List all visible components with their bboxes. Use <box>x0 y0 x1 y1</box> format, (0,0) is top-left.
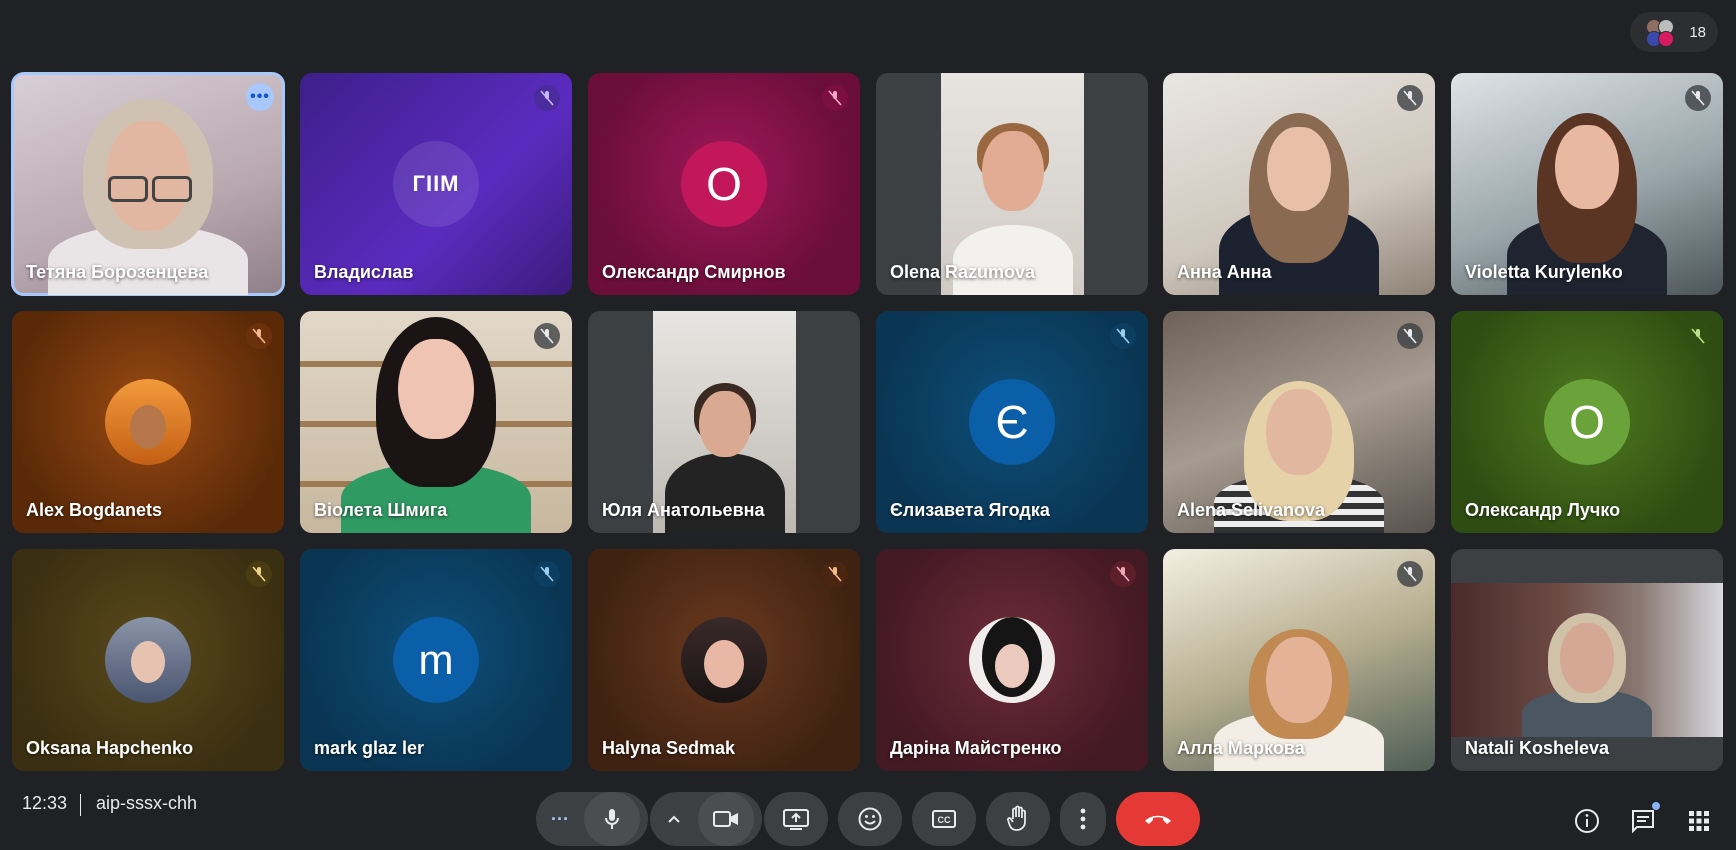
participant-name: Alena Selivanova <box>1177 500 1326 520</box>
chat-icon <box>1632 810 1654 834</box>
mic-off-icon <box>1397 85 1423 111</box>
participant-name: Natali Kosheleva <box>1465 738 1610 758</box>
meeting-details-button[interactable] <box>1572 806 1602 836</box>
participant-name: Олександр Лучко <box>1465 500 1621 520</box>
camera-icon <box>713 811 738 827</box>
meeting-time: 12:33 <box>22 793 68 813</box>
participant-tile[interactable]: Анна Анна <box>1163 73 1435 295</box>
participant-name: Oksana Hapchenko <box>26 738 194 758</box>
participant-tile[interactable]: Oksana Hapchenko <box>12 549 284 771</box>
meeting-code: aip-sssx-chh <box>96 793 198 813</box>
participant-name: Алла Маркова <box>1177 738 1305 758</box>
participant-tile[interactable]: Halyna Sedmak <box>588 549 860 771</box>
divider <box>80 794 81 816</box>
raise-hand-button[interactable] <box>986 792 1050 846</box>
mic-off-icon <box>246 561 272 587</box>
participant-name: Олександр Смирнов <box>602 262 786 282</box>
participant-name: Анна Анна <box>1177 262 1272 282</box>
mic-off-icon <box>1397 561 1423 587</box>
svg-text:CC: CC <box>938 815 951 825</box>
participant-tile[interactable]: Olena Razumova <box>876 73 1148 295</box>
avatar: ГІІМ <box>393 141 479 227</box>
microphone-button[interactable] <box>584 792 640 846</box>
mic-off-icon <box>1685 85 1711 111</box>
hand-icon <box>1007 805 1026 831</box>
audio-control-group: ··· <box>536 792 648 846</box>
captions-icon: CC <box>932 810 956 828</box>
mic-off-icon <box>534 323 560 349</box>
participants-count: 18 <box>1689 23 1706 41</box>
avatar: О <box>681 141 767 227</box>
participant-tile[interactable]: Є Єлизавета Ягодка <box>876 311 1148 533</box>
participant-tile[interactable]: Violetta Kurylenko <box>1451 73 1723 295</box>
more-options-button[interactable] <box>1060 792 1106 846</box>
avatar <box>969 617 1055 703</box>
participant-tile[interactable]: Alex Bogdanets <box>12 311 284 533</box>
mic-off-icon <box>822 85 848 111</box>
logo-text: ГІІМ <box>412 171 460 196</box>
mic-off-icon <box>1397 323 1423 349</box>
avatar: m <box>393 617 479 703</box>
mic-off-icon <box>1110 323 1136 349</box>
info-icon <box>1575 809 1599 833</box>
participants-button[interactable]: 18 <box>1630 12 1718 52</box>
avatar: Є <box>969 379 1055 465</box>
participant-tile[interactable]: Алла Маркова <box>1163 549 1435 771</box>
participant-name: Владислав <box>314 262 414 282</box>
avatar-initial: m <box>418 636 454 683</box>
avatar <box>681 617 767 703</box>
avatar <box>105 617 191 703</box>
mic-off-icon <box>534 561 560 587</box>
mic-off-icon <box>822 561 848 587</box>
participant-name: Юля Анатольевна <box>602 500 765 520</box>
participant-name: mark glaz ler <box>314 738 425 758</box>
participant-tile[interactable]: Alena Selivanova <box>1163 311 1435 533</box>
chat-notification-dot <box>1652 802 1660 810</box>
reactions-button[interactable] <box>838 792 902 846</box>
participant-tile[interactable]: Даріна Майстренко <box>876 549 1148 771</box>
avatar-initial: О <box>1569 396 1605 448</box>
captions-button[interactable]: CC <box>912 792 976 846</box>
participant-tile[interactable]: ••• Тетяна Борозенцева <box>11 72 285 296</box>
activities-button[interactable] <box>1684 806 1714 836</box>
participant-name: Тетяна Борозенцева <box>26 262 209 282</box>
participant-tile[interactable]: ГІІМ Владислав <box>300 73 572 295</box>
mic-off-icon <box>1685 323 1711 349</box>
participant-tile[interactable]: Юля Анатольевна <box>588 311 860 533</box>
participant-name: Віолета Шмига <box>314 500 448 520</box>
microphone-icon <box>605 809 619 829</box>
more-vert-icon <box>1080 808 1086 830</box>
participant-tile[interactable]: Natali Kosheleva <box>1451 549 1723 771</box>
apps-grid-icon <box>1689 811 1709 831</box>
avatar <box>105 379 191 465</box>
mic-off-icon <box>534 85 560 111</box>
emoji-icon <box>858 807 882 831</box>
video-options-icon[interactable] <box>650 814 698 824</box>
participant-name: Halyna Sedmak <box>602 738 736 758</box>
audio-options-icon[interactable]: ··· <box>536 809 584 830</box>
participant-tile[interactable]: О Олександр Лучко <box>1451 311 1723 533</box>
avatar-initial: О <box>706 158 742 210</box>
end-call-icon <box>1145 815 1171 824</box>
more-options-icon[interactable]: ••• <box>246 83 274 111</box>
participant-tile[interactable]: Віолета Шмига <box>300 311 572 533</box>
chat-button[interactable] <box>1628 802 1660 836</box>
video-control-group <box>650 792 762 846</box>
mic-off-icon <box>1110 561 1136 587</box>
mic-off-icon <box>246 323 272 349</box>
participant-name: Єлизавета Ягодка <box>890 500 1050 520</box>
participant-name: Olena Razumova <box>890 262 1036 282</box>
camera-button[interactable] <box>698 792 754 846</box>
leave-call-button[interactable] <box>1116 792 1200 846</box>
participant-name: Violetta Kurylenko <box>1465 262 1623 282</box>
avatar-initial: Є <box>995 396 1029 448</box>
participant-tile[interactable]: m mark glaz ler <box>300 549 572 771</box>
avatar: О <box>1544 379 1630 465</box>
participant-name: Alex Bogdanets <box>26 500 163 520</box>
present-screen-icon <box>783 809 809 830</box>
participant-avatars-icon <box>1640 17 1674 47</box>
participant-name: Даріна Майстренко <box>890 738 1062 758</box>
present-button[interactable] <box>764 792 828 846</box>
participant-tile[interactable]: О Олександр Смирнов <box>588 73 860 295</box>
